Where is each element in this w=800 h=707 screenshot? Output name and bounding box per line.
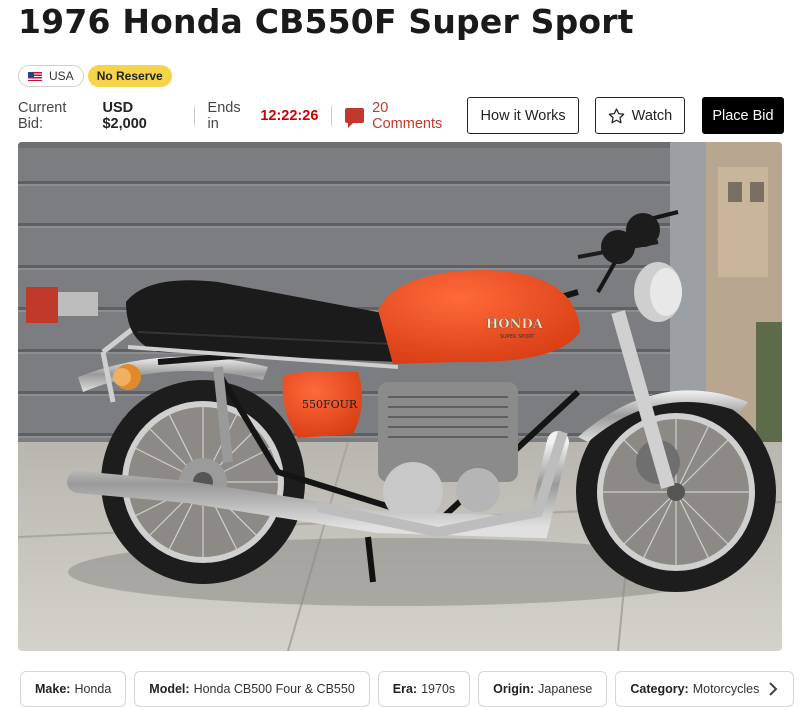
listing-badges: USA No Reserve <box>18 65 172 87</box>
detail-value: Motorcycles <box>692 682 760 696</box>
detail-chip-make[interactable]: Make: Honda <box>20 671 127 707</box>
motorcycle-photo: HONDA SUPER SPORT 550FOUR <box>18 142 782 651</box>
detail-value: 1970s <box>421 682 456 696</box>
watch-label: Watch <box>631 107 673 124</box>
detail-key: Make: <box>35 682 71 696</box>
page-title: 1976 Honda CB550F Super Sport <box>18 2 634 41</box>
countdown-timer: 12:22:26 <box>260 107 319 124</box>
us-flag-icon <box>28 71 42 81</box>
comment-icon <box>345 108 365 128</box>
detail-value: Honda CB500 Four & CB550 <box>193 682 355 696</box>
detail-value: Japanese <box>538 682 593 696</box>
chevron-right-icon[interactable] <box>762 678 784 700</box>
divider <box>331 105 333 126</box>
ends-label: Ends in <box>207 99 241 132</box>
detail-key: Model: <box>149 682 190 696</box>
detail-key: Origin: <box>493 682 535 696</box>
bid-bar: Current Bid: USD $2,000 Ends in 12:22:26… <box>18 97 784 134</box>
current-bid-value: USD $2,000 <box>102 99 147 132</box>
current-bid-label: Current Bid: <box>18 99 67 132</box>
tank-sub-text: SUPER SPORT <box>500 334 535 340</box>
detail-chip-origin[interactable]: Origin: Japanese <box>478 671 608 707</box>
watch-button[interactable]: Watch <box>594 97 685 134</box>
divider <box>193 105 195 126</box>
detail-chip-model[interactable]: Model: Honda CB500 Four & CB550 <box>134 671 370 707</box>
detail-value: Honda <box>74 682 112 696</box>
listing-photo[interactable]: HONDA SUPER SPORT 550FOUR <box>18 142 782 651</box>
comments-count: 20 Comments <box>372 99 443 132</box>
tank-brand-text: HONDA <box>486 317 544 332</box>
side-cover-text: 550FOUR <box>302 398 358 411</box>
detail-key: Category: <box>630 682 689 696</box>
country-label: USA <box>49 69 74 83</box>
no-reserve-badge: No Reserve <box>87 65 172 87</box>
country-badge[interactable]: USA <box>18 65 84 87</box>
details-chips: Make: Honda Model: Honda CB500 Four & CB… <box>20 671 795 707</box>
place-bid-button[interactable]: Place Bid <box>701 97 784 134</box>
comments-link[interactable]: 20 Comments <box>345 100 461 132</box>
detail-chip-era[interactable]: Era: 1970s <box>377 671 471 707</box>
star-icon <box>608 107 624 123</box>
detail-key: Era: <box>392 682 418 696</box>
how-it-works-button[interactable]: How it Works <box>467 97 579 134</box>
